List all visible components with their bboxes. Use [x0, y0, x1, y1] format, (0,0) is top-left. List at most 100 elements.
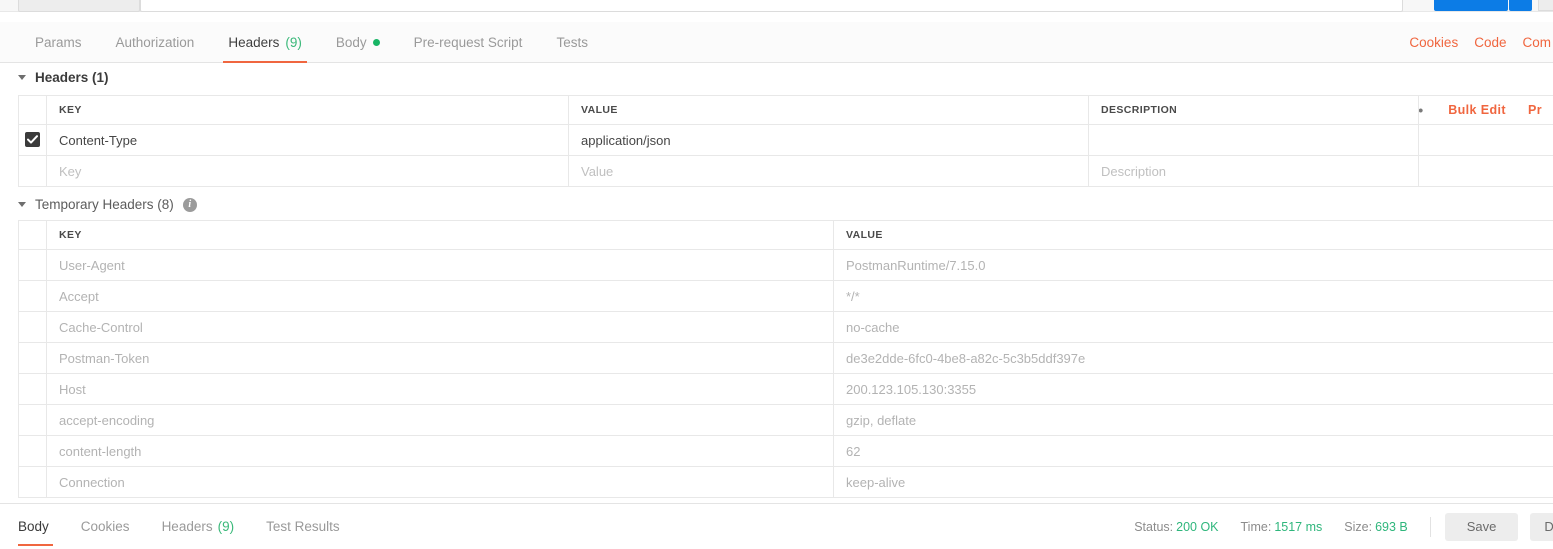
request-action-links: Cookies Code Com	[1409, 22, 1553, 63]
save-request-button[interactable]	[1538, 0, 1553, 11]
new-header-spacer-cell	[1418, 155, 1553, 187]
temp-header-value-cell: keep-alive	[833, 466, 1553, 498]
tab-headers-count: (9)	[285, 35, 302, 50]
temp-header-key-cell: Accept	[46, 280, 834, 312]
request-tab-bar: Params Authorization Headers (9) Body Pr…	[0, 22, 1553, 63]
response-tab-headers-count: (9)	[217, 519, 235, 534]
table-row: Key Value Description	[18, 155, 1553, 187]
header-description-cell[interactable]	[1088, 124, 1419, 156]
size-value: 693 B	[1375, 519, 1408, 534]
response-tab-headers-label: Headers	[161, 519, 213, 534]
response-metadata: Status: 200 OK Time: 1517 ms Size: 693 B Sa…	[1134, 504, 1553, 549]
chevron-down-icon	[18, 202, 26, 207]
body-modified-dot-icon	[372, 39, 380, 46]
bulk-edit-link[interactable]: Bulk Edit	[1437, 103, 1517, 117]
temp-row-gutter-cell	[18, 466, 47, 498]
temp-row-gutter-cell	[18, 404, 47, 436]
table-row: Accept */*	[18, 280, 1553, 312]
temp-header-value-cell: no-cache	[833, 311, 1553, 343]
response-tab-cookies[interactable]: Cookies	[65, 504, 146, 549]
time-metric: Time: 1517 ms	[1241, 520, 1323, 534]
header-key-cell[interactable]: Content-Type	[46, 124, 569, 156]
status-metric: Status: 200 OK	[1134, 520, 1218, 534]
temp-header-key-cell: Postman-Token	[46, 342, 834, 374]
temp-header-key-cell: content-length	[46, 435, 834, 467]
url-bar-strip	[0, 0, 1553, 12]
tab-params[interactable]: Params	[18, 22, 99, 63]
temp-row-gutter-cell	[18, 373, 47, 405]
response-tab-test-results-label: Test Results	[266, 519, 340, 534]
tab-authorization[interactable]: Authorization	[99, 22, 212, 63]
temp-header-value-cell: PostmanRuntime/7.15.0	[833, 249, 1553, 281]
headers-section-title: Headers (1)	[35, 70, 109, 85]
headers-table: KEY VALUE DESCRIPTION ••• Bulk Edit Pr	[18, 95, 1553, 187]
header-enabled-checkbox[interactable]	[25, 132, 40, 147]
response-tab-body-label: Body	[18, 519, 49, 534]
headers-gutter-header	[18, 95, 47, 125]
temp-row-gutter-cell	[18, 280, 47, 312]
request-url-input[interactable]	[140, 0, 1403, 12]
headers-section-header[interactable]: Headers (1)	[18, 70, 109, 85]
tab-params-label: Params	[35, 35, 82, 50]
response-tab-body[interactable]: Body	[18, 504, 65, 549]
info-icon[interactable]: i	[182, 197, 197, 212]
send-button[interactable]	[1434, 0, 1508, 11]
tab-tests[interactable]: Tests	[539, 22, 605, 63]
size-metric: Size: 693 B	[1344, 520, 1407, 534]
postman-request-panel: Params Authorization Headers (9) Body Pr…	[0, 0, 1553, 549]
presets-link[interactable]: Pr	[1517, 103, 1553, 117]
chevron-down-icon	[18, 75, 26, 80]
temporary-headers-section-header[interactable]: Temporary Headers (8) i	[18, 197, 197, 212]
header-row-spacer-cell	[1418, 124, 1553, 156]
tab-body-label: Body	[335, 35, 367, 50]
comments-link[interactable]: Com	[1522, 35, 1551, 50]
table-row: Content-Type application/json	[18, 124, 1553, 156]
headers-col-value: VALUE	[568, 95, 1089, 125]
send-options-caret[interactable]	[1509, 0, 1532, 11]
temporary-headers-header-row: KEY VALUE	[18, 220, 1553, 250]
table-row: content-length 62	[18, 435, 1553, 467]
temporary-headers-table: KEY VALUE User-Agent PostmanRuntime/7.15.…	[18, 220, 1553, 498]
temp-header-key-cell: Cache-Control	[46, 311, 834, 343]
response-tab-cookies-label: Cookies	[80, 519, 130, 534]
header-value-cell[interactable]: application/json	[568, 124, 1089, 156]
temp-row-gutter-cell	[18, 342, 47, 374]
new-header-key-input[interactable]: Key	[46, 155, 569, 187]
headers-table-tools: ••• Bulk Edit Pr	[1418, 95, 1553, 125]
temp-header-value-cell: */*	[833, 280, 1553, 312]
temporary-headers-section-title: Temporary Headers (8)	[35, 197, 174, 212]
tab-pre-request-script[interactable]: Pre-request Script	[397, 22, 540, 63]
temp-header-key-cell: Connection	[46, 466, 834, 498]
table-row: accept-encoding gzip, deflate	[18, 404, 1553, 436]
new-header-description-input[interactable]: Description	[1088, 155, 1419, 187]
response-tab-headers[interactable]: Headers (9)	[146, 504, 251, 549]
temp-header-value-cell: gzip, deflate	[833, 404, 1553, 436]
tab-headers-label: Headers	[228, 35, 280, 50]
save-response-button[interactable]: Save	[1444, 512, 1519, 541]
headers-col-key: KEY	[46, 95, 569, 125]
temp-row-gutter-cell	[18, 435, 47, 467]
table-row: Host 200.123.105.130:3355	[18, 373, 1553, 405]
new-header-checkbox-cell	[18, 155, 47, 187]
code-link[interactable]: Code	[1474, 35, 1506, 50]
status-label: Status:	[1134, 519, 1174, 534]
table-row: Connection keep-alive	[18, 466, 1553, 498]
cookies-link[interactable]: Cookies	[1409, 35, 1458, 50]
more-options-icon[interactable]: •••	[1420, 103, 1438, 117]
header-row-checkbox-cell	[18, 124, 47, 156]
tab-body[interactable]: Body	[319, 22, 397, 63]
temp-header-key-cell: accept-encoding	[46, 404, 834, 436]
table-row: User-Agent PostmanRuntime/7.15.0	[18, 249, 1553, 281]
http-method-select[interactable]	[18, 0, 140, 12]
headers-table-header-row: KEY VALUE DESCRIPTION ••• Bulk Edit Pr	[18, 95, 1553, 125]
table-row: Cache-Control no-cache	[18, 311, 1553, 343]
new-header-value-input[interactable]: Value	[568, 155, 1089, 187]
temp-header-value-cell: de3e2dde-6fc0-4be8-a82c-5c3b5ddf397e	[833, 342, 1553, 374]
tab-tests-label: Tests	[556, 35, 588, 50]
size-label: Size:	[1344, 519, 1373, 534]
tab-headers[interactable]: Headers (9)	[211, 22, 319, 63]
time-label: Time:	[1240, 519, 1272, 534]
meta-divider	[1429, 516, 1431, 537]
download-response-button[interactable]: Do	[1530, 512, 1553, 541]
response-tab-test-results[interactable]: Test Results	[250, 504, 356, 549]
